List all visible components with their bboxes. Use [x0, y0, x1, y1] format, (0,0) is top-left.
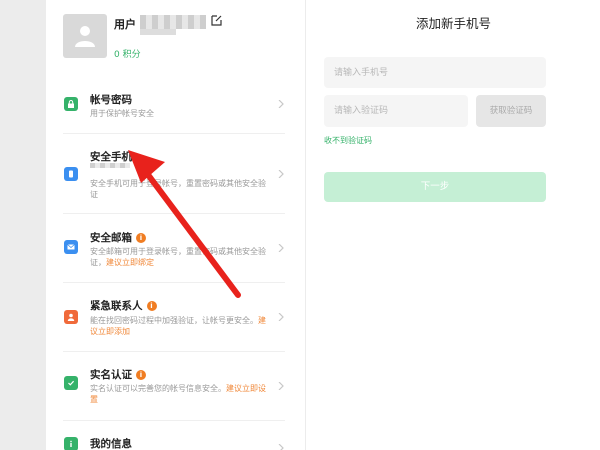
username-redacted	[140, 15, 206, 29]
verification-code-input[interactable]	[324, 95, 468, 127]
security-item-password[interactable]: 帐号密码 用于保护帐号安全	[63, 80, 285, 134]
security-item-phone[interactable]: 安全手机 安全手机可用于登录帐号，重置密码或其他安全验证	[63, 134, 285, 214]
item-desc: 实名认证可以完善您的帐号信息安全。建议立即设置	[90, 384, 266, 404]
contact-icon	[64, 310, 78, 324]
security-item-real-name[interactable]: 实名认证 i 实名认证可以完善您的帐号信息安全。建议立即设置	[63, 352, 285, 421]
info-badge-icon: i	[146, 301, 157, 311]
item-title: 帐号密码	[90, 94, 132, 106]
account-security-panel: 用户 0 积分 帐号密码 用于保护帐号安全 安全手机 安全手机可用于登录帐号，重…	[46, 0, 305, 450]
chevron-right-icon	[278, 170, 284, 178]
form-title: 添加新手机号	[415, 16, 491, 31]
item-desc: 安全邮箱可用于登录帐号，重置密码或其他安全验证，建议立即绑定	[90, 247, 266, 267]
security-item-my-info[interactable]: 我的信息	[63, 421, 285, 450]
lock-icon	[64, 97, 78, 111]
phone-icon	[64, 167, 78, 181]
item-title: 我的信息	[90, 438, 132, 450]
verified-icon	[64, 376, 78, 390]
username-label: 用户	[114, 18, 136, 31]
no-code-link[interactable]: 收不到验证码	[324, 135, 372, 146]
phone-input[interactable]	[324, 57, 546, 88]
security-item-emergency-contact[interactable]: 紧急联系人 i 能在找回密码过程中加强验证，让帐号更安全。建议立即添加	[63, 283, 285, 352]
chevron-right-icon	[278, 244, 284, 252]
item-desc: 能在找回密码过程中加强验证，让帐号更安全。建议立即添加	[90, 316, 266, 336]
item-desc: 用于保护帐号安全	[90, 109, 154, 118]
get-code-button[interactable]: 获取验证码	[476, 95, 546, 127]
item-desc: 安全手机可用于登录帐号，重置密码或其他安全验证	[90, 179, 266, 199]
phone-number-redacted	[90, 163, 130, 168]
username-redacted-line	[140, 29, 176, 35]
security-item-email[interactable]: 安全邮箱 i 安全邮箱可用于登录帐号，重置密码或其他安全验证，建议立即绑定	[63, 214, 285, 283]
chevron-right-icon	[278, 313, 284, 321]
mail-icon	[64, 240, 78, 254]
item-title: 安全手机	[90, 151, 132, 163]
item-title: 紧急联系人 i	[90, 298, 157, 313]
item-title: 实名认证 i	[90, 367, 146, 382]
bind-now-link[interactable]: 建议立即绑定	[106, 258, 154, 267]
chevron-right-icon	[278, 382, 284, 390]
chevron-right-icon	[278, 100, 284, 108]
info-icon	[64, 437, 78, 450]
next-button[interactable]: 下一步	[324, 172, 546, 202]
avatar[interactable]	[63, 14, 107, 58]
points-label[interactable]: 0 积分	[114, 47, 141, 60]
add-phone-form: 添加新手机号 获取验证码 收不到验证码 下一步	[305, 0, 600, 450]
info-badge-icon: i	[136, 233, 146, 243]
user-silhouette-icon	[75, 26, 95, 47]
info-badge-icon: i	[136, 370, 146, 380]
item-title: 安全邮箱 i	[90, 230, 146, 245]
edit-icon[interactable]	[211, 15, 222, 26]
chevron-right-icon	[278, 444, 284, 450]
